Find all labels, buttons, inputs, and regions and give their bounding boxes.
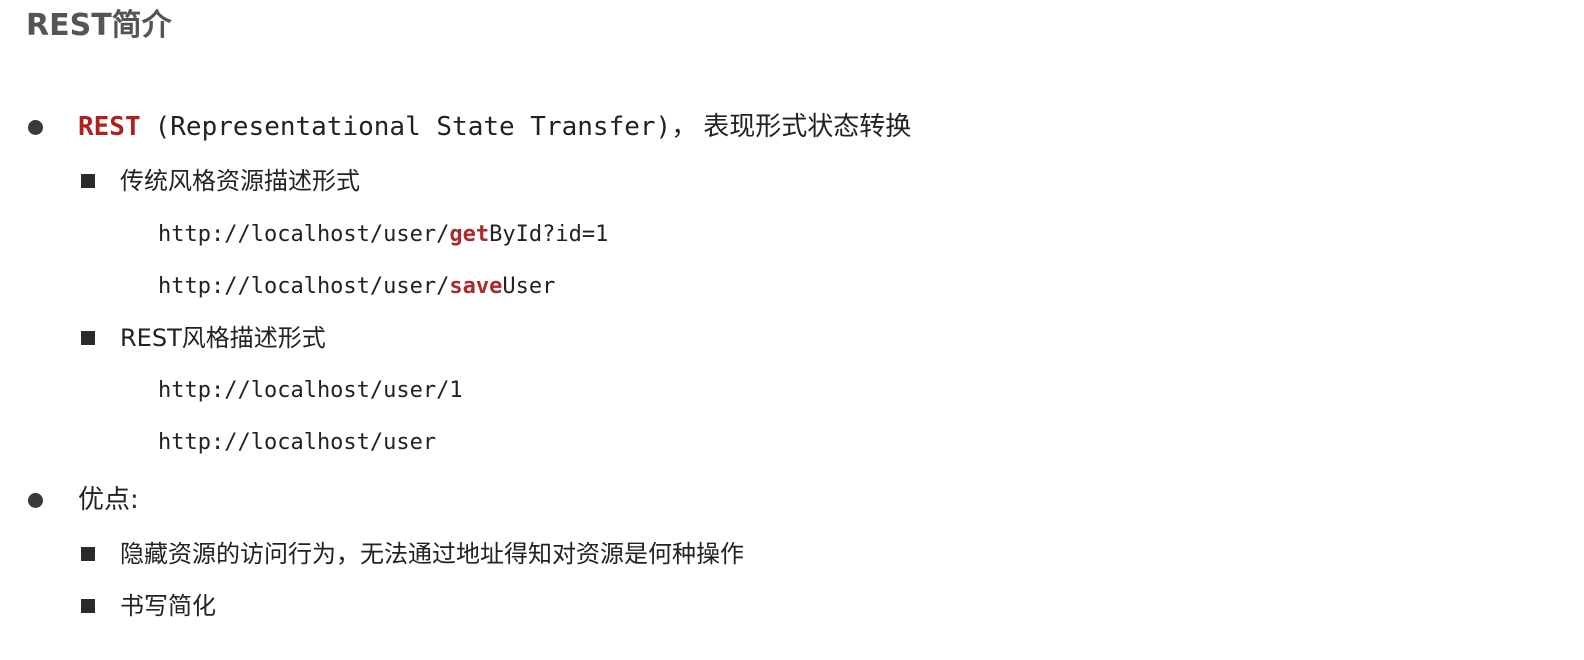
rest-url-collection: http://localhost/user [158, 430, 437, 455]
bullet-square-icon [81, 599, 95, 613]
url-verb-highlight: get [449, 222, 490, 247]
bullet-dot-icon [28, 493, 43, 508]
rest-description: 表现形式状态转换 [703, 112, 912, 142]
rest-definition: REST (Representational State Transfer) ，… [78, 109, 911, 145]
bullet-square-icon [81, 174, 95, 188]
advantage-item: 书写简化 [120, 592, 216, 620]
rest-keyword: REST [78, 112, 141, 142]
advantages-label: 优点: [78, 485, 139, 515]
advantage-item: 隐藏资源的访问行为，无法通过地址得知对资源是何种操作 [120, 540, 744, 568]
url-suffix: User [502, 274, 556, 299]
traditional-style-label: 传统风格资源描述形式 [120, 167, 360, 195]
url-suffix: ById?id=1 [489, 222, 609, 247]
url-verb-highlight: save [449, 274, 503, 299]
rest-style-label: REST风格描述形式 [120, 324, 326, 352]
rest-comma: ， [671, 112, 698, 142]
url-prefix: http://localhost/user/ [158, 222, 450, 247]
url-prefix: http://localhost/user/ [158, 274, 450, 299]
page-title: REST简介 [26, 8, 172, 43]
bullet-square-icon [81, 547, 95, 561]
bullet-dot-icon [28, 120, 43, 135]
rest-full-name: (Representational State Transfer) [154, 112, 672, 142]
traditional-url-get: http://localhost/user/getById?id=1 [158, 220, 608, 250]
rest-url-with-id: http://localhost/user/1 [158, 378, 463, 403]
bullet-square-icon [81, 331, 95, 345]
traditional-url-save: http://localhost/user/saveUser [158, 272, 555, 302]
